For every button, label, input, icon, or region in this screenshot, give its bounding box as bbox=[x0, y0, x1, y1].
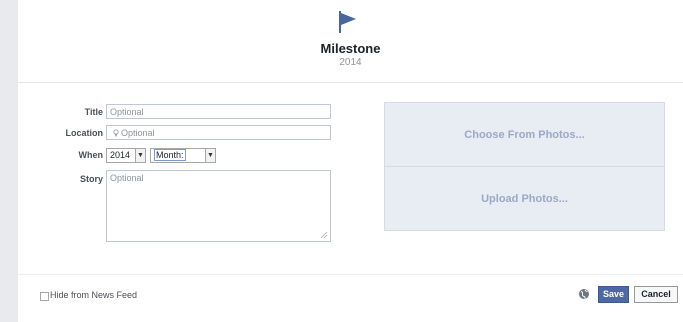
story-placeholder: Optional bbox=[110, 173, 144, 183]
resize-grip-icon[interactable] bbox=[320, 231, 328, 239]
story-label: Story bbox=[79, 174, 103, 184]
cancel-button[interactable]: Cancel bbox=[634, 286, 678, 303]
hide-from-feed-label: Hide from News Feed bbox=[50, 290, 138, 300]
year-select[interactable]: 2014 ▼ bbox=[106, 148, 146, 163]
title-placeholder: Optional bbox=[110, 107, 144, 117]
chevron-down-icon: ▼ bbox=[135, 149, 145, 162]
upload-photos-button[interactable]: Upload Photos... bbox=[385, 167, 664, 231]
title-label: Title bbox=[84, 107, 103, 117]
location-label: Location bbox=[65, 128, 104, 138]
month-select-value: Month: bbox=[154, 149, 186, 161]
story-textarea[interactable]: Optional bbox=[106, 170, 331, 242]
save-button[interactable]: Save bbox=[598, 286, 629, 303]
dialog-title: Milestone bbox=[320, 41, 381, 56]
year-select-value: 2014 bbox=[110, 150, 131, 160]
location-input[interactable]: Optional bbox=[106, 125, 331, 140]
hide-from-feed-checkbox[interactable] bbox=[40, 292, 49, 301]
dialog-footer: Hide from News Feed Save Cancel bbox=[18, 274, 683, 322]
when-label: When bbox=[78, 150, 104, 160]
month-select[interactable]: Month: ▼ bbox=[150, 148, 216, 163]
location-pin-icon bbox=[113, 129, 119, 137]
flag-icon bbox=[339, 11, 356, 33]
globe-icon[interactable] bbox=[578, 288, 590, 300]
dialog-year: 2014 bbox=[339, 57, 362, 68]
location-placeholder: Optional bbox=[121, 128, 155, 138]
chevron-down-icon: ▼ bbox=[205, 149, 215, 162]
choose-from-photos-button[interactable]: Choose From Photos... bbox=[385, 103, 664, 167]
milestone-dialog: Milestone 2014 Title Optional Location O… bbox=[18, 0, 683, 322]
photo-panel: Choose From Photos... Upload Photos... bbox=[384, 102, 665, 231]
dialog-header: Milestone 2014 bbox=[18, 0, 683, 83]
title-input[interactable]: Optional bbox=[106, 104, 331, 119]
